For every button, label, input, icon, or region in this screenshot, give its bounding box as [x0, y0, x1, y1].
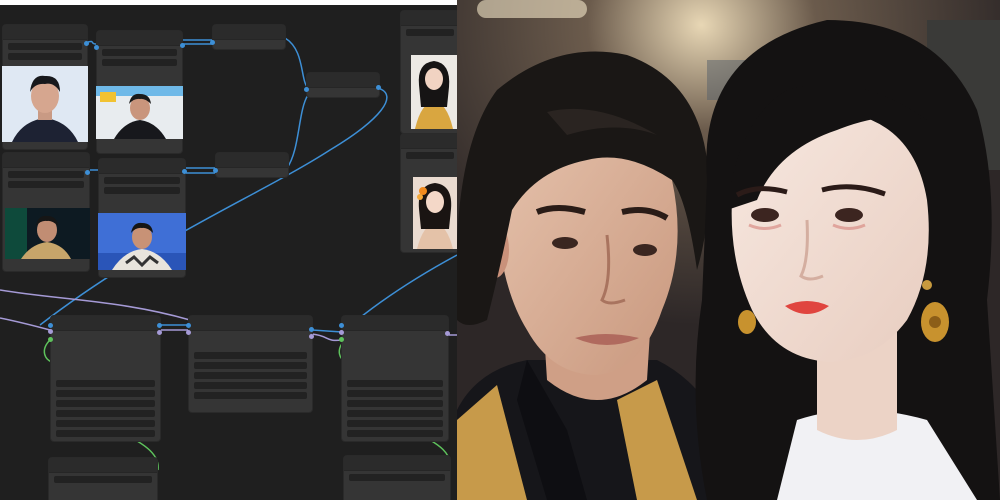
- output-slot[interactable]: [445, 331, 450, 336]
- node-widget[interactable]: [194, 372, 307, 379]
- wire-blue-12: [311, 329, 343, 333]
- output-slot[interactable]: [309, 334, 314, 339]
- node-widget[interactable]: [8, 53, 82, 60]
- node-widget[interactable]: [347, 400, 443, 407]
- output-slot[interactable]: [376, 85, 381, 90]
- input-slot[interactable]: [48, 323, 53, 328]
- node-title: [342, 316, 448, 331]
- reference-preview-2: [413, 177, 457, 249]
- input-slot[interactable]: [339, 330, 344, 335]
- output-slot[interactable]: [182, 169, 187, 174]
- node-graph-canvas[interactable]: [0, 5, 457, 500]
- reference-preview-1: [411, 55, 457, 129]
- bottom-node-2[interactable]: [343, 455, 451, 500]
- node-widget[interactable]: [102, 59, 177, 66]
- node-title: [49, 458, 157, 473]
- output-slot[interactable]: [309, 327, 314, 332]
- node-widget[interactable]: [56, 410, 155, 417]
- node-widget[interactable]: [102, 49, 177, 56]
- node-widget[interactable]: [54, 476, 152, 483]
- node-widget[interactable]: [56, 430, 155, 437]
- node-title: [3, 153, 89, 168]
- output-slot[interactable]: [180, 43, 185, 48]
- input-slot[interactable]: [213, 168, 218, 173]
- node-widget[interactable]: [194, 352, 307, 359]
- node-widget[interactable]: [347, 380, 443, 387]
- node-title: [189, 316, 312, 331]
- node-widget[interactable]: [8, 43, 82, 50]
- node-widget[interactable]: [56, 390, 155, 397]
- node-title: [213, 25, 285, 40]
- node-widget[interactable]: [194, 392, 307, 399]
- node-title: [216, 153, 288, 168]
- node-title: [99, 159, 185, 174]
- wire-blue-9: [39, 87, 388, 326]
- generated-image-preview: [457, 0, 1000, 500]
- image-preview-4: [98, 213, 186, 270]
- input-slot[interactable]: [339, 337, 344, 342]
- node-widget[interactable]: [347, 410, 443, 417]
- output-slot[interactable]: [157, 323, 162, 328]
- wire-purple-4: [311, 333, 343, 342]
- node-widget[interactable]: [347, 430, 443, 437]
- node-title: [401, 11, 457, 26]
- image-preview-2: [96, 86, 183, 139]
- node-widget[interactable]: [349, 474, 445, 481]
- output-slot[interactable]: [84, 41, 89, 46]
- node-widget[interactable]: [347, 390, 443, 397]
- input-slot[interactable]: [48, 337, 53, 342]
- input-slot[interactable]: [304, 87, 309, 92]
- node-widget[interactable]: [406, 29, 454, 36]
- node-widget[interactable]: [194, 382, 307, 389]
- node-title: [401, 134, 457, 149]
- input-slot[interactable]: [186, 330, 191, 335]
- processing-node-3[interactable]: [341, 315, 449, 442]
- node-title: [51, 316, 160, 331]
- couple-portrait: [457, 0, 1000, 500]
- bottom-node-1[interactable]: [48, 457, 158, 500]
- input-slot[interactable]: [339, 323, 344, 328]
- batch-node-2[interactable]: [215, 152, 289, 178]
- node-widget[interactable]: [104, 187, 180, 194]
- node-widget[interactable]: [8, 171, 84, 178]
- node-widget[interactable]: [8, 181, 84, 188]
- node-title: [307, 73, 379, 88]
- node-title: [3, 25, 87, 40]
- wire-blue-1: [87, 40, 97, 45]
- node-widget[interactable]: [194, 362, 307, 369]
- output-slot[interactable]: [157, 330, 162, 335]
- node-title: [344, 456, 450, 471]
- node-widget[interactable]: [56, 420, 155, 427]
- node-widget[interactable]: [104, 177, 180, 184]
- wire-blue-5: [286, 94, 309, 169]
- image-preview-1: [2, 66, 88, 142]
- node-widget[interactable]: [56, 400, 155, 407]
- input-slot[interactable]: [94, 45, 99, 50]
- batch-node-1[interactable]: [212, 24, 286, 50]
- input-slot[interactable]: [48, 329, 53, 334]
- node-widget[interactable]: [347, 420, 443, 427]
- woman-figure: [695, 20, 1000, 500]
- wire-blue-4: [284, 37, 309, 89]
- merge-node[interactable]: [306, 72, 380, 98]
- processing-node-1[interactable]: [50, 315, 161, 442]
- image-preview-3: [5, 208, 90, 259]
- input-slot[interactable]: [210, 40, 215, 45]
- node-widget[interactable]: [56, 380, 155, 387]
- input-slot[interactable]: [186, 323, 191, 328]
- node-widget[interactable]: [406, 152, 454, 159]
- processing-node-2[interactable]: [188, 315, 313, 413]
- node-title: [97, 31, 182, 46]
- output-slot[interactable]: [85, 170, 90, 175]
